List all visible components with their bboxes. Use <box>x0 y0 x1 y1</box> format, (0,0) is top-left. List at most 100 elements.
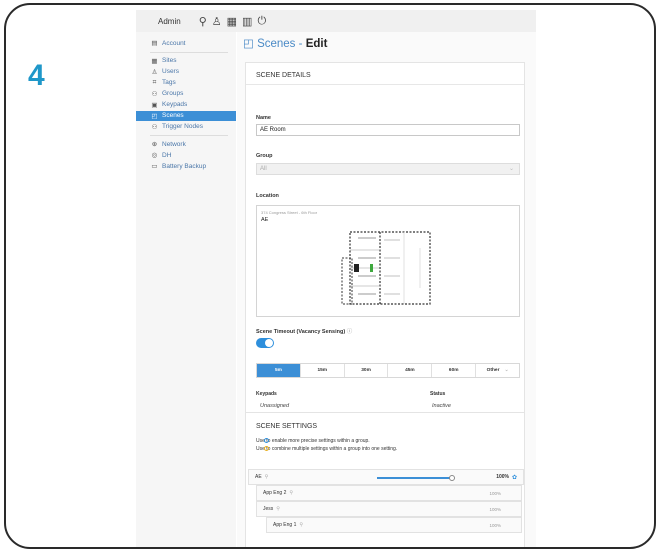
section-heading: SCENE DETAILS <box>256 72 311 79</box>
status-label: Status <box>430 391 446 397</box>
sidebar-item-trigger-nodes[interactable]: ⚇ Trigger Nodes <box>136 122 236 133</box>
settings-row[interactable]: AE ⚲ 100% ✿ <box>248 469 524 485</box>
location-label: Location <box>256 193 279 199</box>
sidebar-item-groups[interactable]: ⚇ Groups <box>136 89 236 100</box>
timeout-option-60m[interactable]: 60m <box>432 364 477 377</box>
location-map[interactable]: 374 Congress Street - 6th Floor AE <box>256 205 520 317</box>
sidebar-divider <box>150 135 228 136</box>
sidebar-item-tags[interactable]: ⌗ Tags <box>136 78 236 89</box>
level-slider[interactable] <box>377 474 455 481</box>
sidebar-item-network[interactable]: ⊕ Network <box>136 139 236 150</box>
network-icon: ⊕ <box>151 141 158 149</box>
status-value: Inactive <box>432 403 451 409</box>
sidebar-item-label: Network <box>162 140 186 148</box>
sidebar: ▤ Account ▦ Sites ♙ Users ⌗ Tags ⚇ Group… <box>136 32 236 547</box>
scene-settings-card: SCENE SETTINGS Use to enable more precis… <box>245 412 525 547</box>
sidebar-item-label: Scenes <box>162 112 184 120</box>
sidebar-item-battery-backup[interactable]: ▭ Battery Backup <box>136 161 236 172</box>
user-icon[interactable]: ♙ <box>212 15 222 28</box>
sidebar-item-scenes[interactable]: ◰ Scenes <box>136 110 236 121</box>
keypad-icon: ▣ <box>151 101 158 109</box>
sidebar-item-users[interactable]: ♙ Users <box>136 67 236 78</box>
settings-row-name: Jess <box>263 506 274 512</box>
sidebar-item-account[interactable]: ▤ Account <box>136 38 236 49</box>
user-menu[interactable]: Admin <box>158 17 181 26</box>
dh-icon: ◎ <box>151 152 158 160</box>
timeout-option-other[interactable]: Other ⌄ <box>476 364 519 377</box>
scene-icon: ◰ <box>151 112 158 120</box>
tutorial-frame: 4 Admin ⚲ ♙ ▦ ▥ ⏻ ▤ Account ▦ Sites ♙ Us… <box>4 3 656 549</box>
sidebar-item-label: Trigger Nodes <box>162 123 203 131</box>
info-icon[interactable]: ⓘ <box>347 329 353 335</box>
name-label: Name <box>256 115 271 121</box>
timeout-option-5m[interactable]: 5m <box>257 364 301 377</box>
settings-row-name: AE <box>255 474 262 480</box>
sidebar-item-label: DH <box>162 151 172 159</box>
sidebar-item-sites[interactable]: ▦ Sites <box>136 56 236 67</box>
plug-icon[interactable]: ⏻ <box>257 15 266 28</box>
chevron-down-icon: ⌄ <box>508 166 514 172</box>
grid-icon[interactable]: ▦ <box>227 15 237 28</box>
location-name: AE <box>261 217 269 223</box>
settings-row-name: App Eng 1 <box>273 522 297 528</box>
settings-row-level: 100% <box>489 506 501 512</box>
sidebar-item-label: Account <box>162 39 186 47</box>
help-text-combine: Use to combine multiple settings within … <box>256 446 397 452</box>
breadcrumb-separator: - <box>298 38 303 50</box>
sidebar-item-label: Keypads <box>162 101 188 109</box>
sidebar-item-label: Groups <box>162 90 184 98</box>
step-number: 4 <box>28 59 45 92</box>
trigger-icon: ⚇ <box>151 123 158 131</box>
keypads-label: Keypads <box>256 391 277 397</box>
chart-icon[interactable]: ▥ <box>242 15 252 28</box>
settings-row-level: 100% <box>489 522 501 528</box>
vacancy-toggle[interactable] <box>256 338 274 348</box>
location-pin-icon: ⚲ <box>264 474 269 480</box>
location-pin-icon: ⚲ <box>299 522 304 528</box>
help-text-expand: Use to enable more precise settings with… <box>256 438 370 444</box>
sidebar-divider <box>150 51 228 53</box>
timeout-label: Scene Timeout (Vacancy Sensing) ⓘ <box>256 327 352 335</box>
battery-icon: ▭ <box>151 163 158 171</box>
sidebar-item-keypads[interactable]: ▣ Keypads <box>136 100 236 111</box>
location-pin-icon[interactable]: ⚲ <box>199 15 207 28</box>
settings-row[interactable]: Jess ⚲ 100% <box>256 501 522 517</box>
timeout-label-text: Scene Timeout (Vacancy Sensing) <box>256 329 346 335</box>
chevron-down-icon: ⌄ <box>504 368 509 373</box>
breadcrumb-scenes[interactable]: Scenes <box>257 38 295 50</box>
settings-row[interactable]: App Eng 2 ⚲ 100% <box>256 485 522 501</box>
sidebar-item-label: Battery Backup <box>162 162 207 170</box>
settings-row-level: 100% <box>496 474 509 480</box>
sidebar-item-dh[interactable]: ◎ DH <box>136 150 236 161</box>
name-input[interactable]: AE Room <box>256 124 520 136</box>
tag-icon: ⌗ <box>152 78 157 86</box>
settings-row-name: App Eng 2 <box>263 490 287 496</box>
section-heading: SCENE SETTINGS <box>256 423 318 430</box>
scene-title-icon: ◰ <box>243 38 254 50</box>
group-label: Group <box>256 153 273 159</box>
sidebar-item-label: Tags <box>162 79 176 87</box>
combine-hint-icon <box>264 446 269 452</box>
keypads-value: Unassigned <box>260 403 290 409</box>
expand-hint-icon <box>264 438 269 444</box>
expand-settings-icon[interactable]: ✿ <box>512 474 517 481</box>
slider-thumb[interactable] <box>449 474 455 481</box>
timeout-option-other-label: Other <box>486 368 500 373</box>
page-title: ◰ Scenes - Edit <box>243 36 327 50</box>
floor-plan-image <box>341 231 431 305</box>
card-divider <box>246 84 524 85</box>
building-icon: ▦ <box>151 57 158 65</box>
sidebar-item-label: Sites <box>162 57 177 65</box>
location-pin-icon: ⚲ <box>276 506 280 512</box>
timeout-option-30m[interactable]: 30m <box>344 364 389 377</box>
settings-row[interactable]: App Eng 1 ⚲ 100% <box>266 517 522 533</box>
timeout-option-15m[interactable]: 15m <box>300 364 345 377</box>
help-text-combine-copy: Use to combine multiple settings within … <box>256 446 398 452</box>
location-pin-icon: ⚲ <box>289 490 294 496</box>
users-icon: ♙ <box>151 68 158 76</box>
timeout-selector: 5m 15m 30m 45m 60m Other ⌄ <box>256 363 520 378</box>
timeout-option-45m[interactable]: 45m <box>388 364 433 377</box>
group-select[interactable]: All ⌄ <box>256 163 520 175</box>
help-text-expand-copy: Use to enable more precise settings with… <box>256 438 370 444</box>
top-bar: Admin ⚲ ♙ ▦ ▥ ⏻ <box>136 10 536 32</box>
